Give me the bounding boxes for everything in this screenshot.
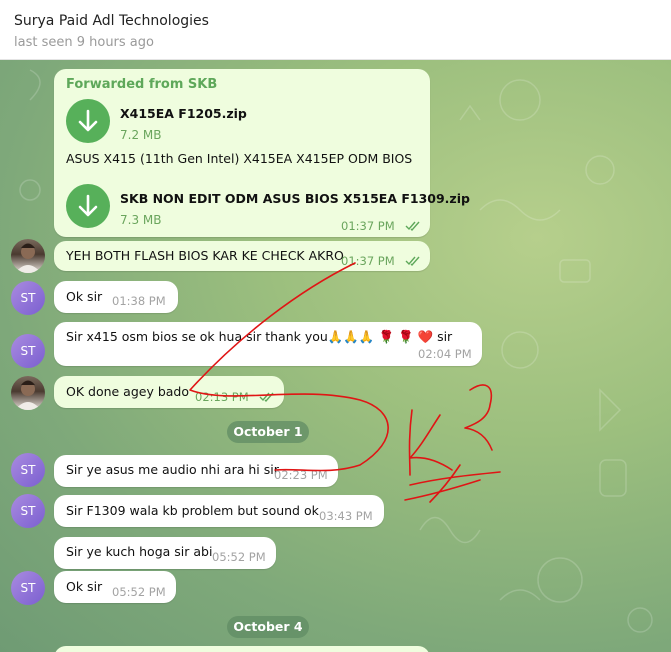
last-seen-status: last seen 9 hours ago — [14, 35, 154, 50]
date-separator: October 4 — [227, 616, 309, 638]
message-bubble[interactable]: YEH BOTH FLASH BIOS KAR KE CHECK AKRO 01… — [54, 241, 430, 271]
message-bubble[interactable]: Sir F1309 wala kb problem but sound ok 0… — [54, 495, 384, 527]
forwarded-from-label[interactable]: Forwarded from SKB — [66, 77, 217, 92]
message-time: 01:37 PM — [341, 254, 395, 268]
contact-avatar[interactable]: ST — [11, 494, 45, 528]
message-bubble[interactable]: OK done agey bado 02:13 PM — [54, 376, 284, 408]
contact-avatar[interactable]: ST — [11, 281, 45, 315]
message-text: Sir ye asus me audio nhi ara hi sir — [66, 462, 279, 477]
double-check-icon — [259, 392, 274, 403]
message-bubble[interactable]: Ok sir 01:38 PM — [54, 281, 178, 313]
message-bubble[interactable]: Sir x415 osm bios se ok hua sir thank yo… — [54, 322, 482, 366]
person-photo-icon — [15, 243, 41, 273]
message-time: 01:38 PM — [112, 294, 166, 308]
message-text: Ok sir — [66, 289, 103, 304]
message-text: Ok sir — [66, 579, 103, 594]
contact-avatar[interactable]: ST — [11, 334, 45, 368]
message-time: 02:04 PM — [418, 347, 472, 361]
message-bubble[interactable]: Sir ye asus me audio nhi ara hi sir 02:2… — [54, 455, 338, 487]
sender-avatar[interactable] — [11, 376, 45, 410]
message-time: 02:13 PM — [195, 390, 249, 404]
date-separator: October 1 — [227, 421, 309, 443]
contact-avatar[interactable]: ST — [11, 571, 45, 605]
message-time: 05:52 PM — [212, 550, 266, 564]
file1-size: 7.2 MB — [120, 128, 162, 142]
message-time: 05:52 PM — [112, 585, 166, 599]
person-photo-icon — [15, 380, 41, 410]
chat-header[interactable]: Surya Paid Adl Technologies last seen 9 … — [0, 0, 671, 60]
contact-avatar[interactable]: ST — [11, 453, 45, 487]
file2-name: SKB NON EDIT ODM ASUS BIOS X515EA F1309.… — [120, 191, 470, 206]
chat-area[interactable]: Forwarded from SKB X415EA F1205.zip 7.2 … — [0, 60, 671, 652]
download-file1-button[interactable] — [66, 99, 110, 143]
message-time: 03:43 PM — [319, 509, 373, 523]
file1-caption: ASUS X415 (11th Gen Intel) X415EA X415EP… — [66, 151, 413, 166]
message-text: Sir ye kuch hoga sir abi — [66, 544, 213, 559]
message-bubble[interactable]: Ok sir 05:52 PM — [54, 571, 176, 603]
file2-size: 7.3 MB — [120, 213, 162, 227]
message-bubble[interactable]: Sir ye kuch hoga sir abi 05:52 PM — [54, 537, 276, 569]
message-time: 02:23 PM — [274, 468, 328, 482]
double-check-icon — [405, 256, 420, 267]
forwarded-message[interactable]: Forwarded from SKB X415EA F1205.zip 7.2 … — [54, 69, 470, 237]
message-text: Sir x415 osm bios se ok hua sir thank yo… — [66, 329, 453, 344]
sender-avatar[interactable] — [11, 239, 45, 273]
file1-name: X415EA F1205.zip — [120, 106, 247, 121]
download-file2-button[interactable] — [66, 184, 110, 228]
message-text: OK done agey bado — [66, 384, 190, 399]
message-text: Sir F1309 wala kb problem but sound ok — [66, 503, 319, 518]
message-time: 01:37 PM — [341, 219, 395, 233]
double-check-icon — [405, 221, 420, 232]
message-bubble[interactable] — [54, 646, 430, 652]
download-arrow-icon — [78, 194, 98, 217]
download-arrow-icon — [78, 109, 98, 132]
message-text: YEH BOTH FLASH BIOS KAR KE CHECK AKRO — [66, 248, 344, 263]
chat-title[interactable]: Surya Paid Adl Technologies — [14, 13, 209, 29]
